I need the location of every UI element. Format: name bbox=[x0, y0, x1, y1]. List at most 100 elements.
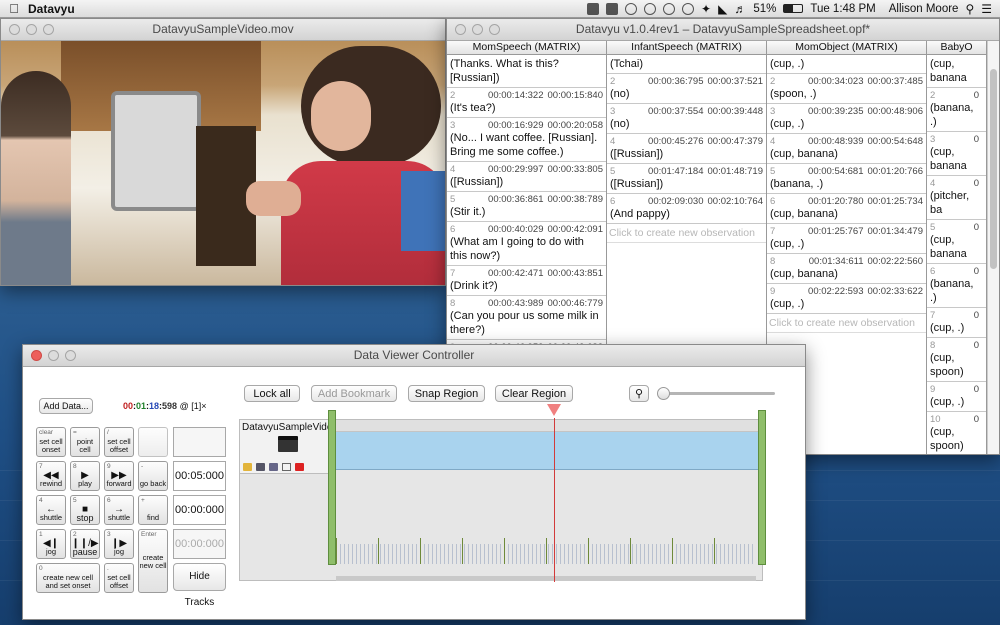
cell-offset[interactable]: 00:01:25:734 bbox=[868, 196, 923, 207]
remove-track-icon[interactable] bbox=[295, 463, 304, 471]
cell-onset[interactable]: 00:00:36:861 bbox=[488, 194, 543, 205]
bluetooth-icon[interactable]: ✦ bbox=[701, 2, 711, 16]
cell-offset[interactable]: 00:00:46:779 bbox=[548, 298, 603, 309]
cell-value[interactable]: (Can you pour us some milk in there?) bbox=[450, 309, 603, 337]
playhead-marker[interactable] bbox=[547, 404, 561, 416]
cell-offset[interactable]: 00:00:39:448 bbox=[708, 106, 763, 117]
create-observation-placeholder[interactable]: Click to create new observation bbox=[607, 224, 766, 243]
cell-onset[interactable]: 0 bbox=[974, 266, 979, 277]
cell-offset[interactable]: 00:02:10:764 bbox=[708, 196, 763, 207]
cell-value[interactable]: (And pappy) bbox=[610, 207, 763, 221]
cell-value[interactable]: (cup, .) bbox=[770, 57, 923, 71]
spreadsheet-cell[interactable]: (cup, .) bbox=[767, 55, 926, 74]
zoom-button[interactable] bbox=[43, 24, 54, 35]
volume-icon[interactable]: ♬ bbox=[734, 2, 746, 16]
cell-value[interactable]: (no) bbox=[610, 117, 763, 131]
cell-value[interactable]: (cup, banana) bbox=[770, 207, 923, 221]
forward-key[interactable]: 9 ▶▶ forward bbox=[104, 461, 134, 491]
spreadsheet-cell[interactable]: 6 0 (banana, .) bbox=[927, 264, 986, 308]
spreadsheet-cell[interactable]: 6 00:00:40:029 00:00:42:091 (What am I goin… bbox=[447, 222, 606, 266]
cell-onset[interactable]: 00:00:54:681 bbox=[808, 166, 863, 177]
menubar-user[interactable]: Allison Moore bbox=[889, 3, 959, 15]
cell-onset[interactable]: 00:00:39:235 bbox=[808, 106, 863, 117]
cell-offset[interactable]: 00:02:33:622 bbox=[868, 286, 923, 297]
jog-back-key[interactable]: 1 ◀❙ jog bbox=[36, 529, 66, 559]
cell-value[interactable]: (banana, .) bbox=[930, 277, 983, 305]
find-key[interactable]: + find bbox=[138, 495, 168, 525]
spreadsheet-cell[interactable]: 8 00:01:34:611 00:02:22:560 (cup, banana) bbox=[767, 254, 926, 284]
apple-menu-icon[interactable]:  bbox=[0, 1, 28, 16]
cell-value[interactable]: ([Russian]) bbox=[610, 147, 763, 161]
cell-onset[interactable]: 00:02:22:593 bbox=[808, 286, 863, 297]
timeline-scrollbar[interactable] bbox=[336, 576, 756, 581]
stop-key[interactable]: 5 ■ stop bbox=[70, 495, 100, 525]
spreadsheet-cell[interactable]: 4 00:00:48:939 00:00:54:648 (cup, banana) bbox=[767, 134, 926, 164]
zoom-button[interactable] bbox=[489, 24, 500, 35]
cell-value[interactable]: (Thanks. What is this? [Russian]) bbox=[450, 57, 603, 85]
block-icon[interactable] bbox=[663, 2, 676, 15]
cell-onset[interactable]: 00:00:40:029 bbox=[488, 224, 543, 235]
close-button[interactable] bbox=[455, 24, 466, 35]
cell-offset[interactable]: 00:00:38:789 bbox=[548, 194, 603, 205]
zoom-button[interactable] bbox=[65, 350, 76, 361]
status-app-icon[interactable] bbox=[587, 2, 600, 15]
spreadsheet-cell[interactable]: 5 00:01:47:184 00:01:48:719 ([Russian]) bbox=[607, 164, 766, 194]
cell-onset[interactable]: 0 bbox=[974, 222, 979, 233]
cell-onset[interactable]: 0 bbox=[974, 310, 979, 321]
spreadsheet-cell[interactable]: 8 00:00:43:989 00:00:46:779 (Can you pour u… bbox=[447, 296, 606, 340]
spreadsheet-cell[interactable]: 4 00:00:29:997 00:00:33:805 ([Russian]) bbox=[447, 162, 606, 192]
cell-value[interactable]: (cup, .) bbox=[770, 117, 923, 131]
cell-value[interactable]: (banana, .) bbox=[770, 177, 923, 191]
spreadsheet-titlebar[interactable]: Datavyu v1.0.4rev1 – DatavyuSampleSpread… bbox=[447, 19, 999, 41]
track-header[interactable]: DatavyuSampleVide... bbox=[240, 420, 332, 474]
resize-icon[interactable] bbox=[282, 463, 291, 471]
cell-value[interactable]: (Stir it.) bbox=[450, 205, 603, 219]
spreadsheet-cell[interactable]: 5 00:00:36:861 00:00:38:789 (Stir it.) bbox=[447, 192, 606, 222]
minimize-button[interactable] bbox=[48, 350, 59, 361]
cell-onset[interactable]: 00:01:20:780 bbox=[808, 196, 863, 207]
cell-offset[interactable]: 00:00:33:805 bbox=[548, 164, 603, 175]
cell-onset[interactable]: 00:00:37:554 bbox=[648, 106, 703, 117]
add-data-button[interactable]: Add Data... bbox=[39, 398, 93, 414]
battery-percent[interactable]: 51% bbox=[753, 3, 776, 15]
spreadsheet-cell[interactable]: 7 00:01:25:767 00:01:34:479 (cup, .) bbox=[767, 224, 926, 254]
cell-offset[interactable]: 00:00:37:521 bbox=[708, 76, 763, 87]
hide-tracks-button[interactable]: Hide Tracks bbox=[173, 563, 226, 608]
spreadsheet-cell[interactable]: 9 0 (cup, .) bbox=[927, 382, 986, 412]
step-size-field[interactable]: 00:05:000 bbox=[173, 461, 226, 491]
play-key[interactable]: 8 ▶ play bbox=[70, 461, 100, 491]
cell-value[interactable]: (cup, banana) bbox=[770, 267, 923, 281]
set-cell-offset-key[interactable]: / set cell offset bbox=[104, 427, 134, 457]
region-end-marker[interactable] bbox=[758, 410, 766, 565]
cell-onset[interactable]: 00:00:48:939 bbox=[808, 136, 863, 147]
create-observation-placeholder[interactable]: Click to create new observation bbox=[767, 314, 926, 333]
menubar-clock[interactable]: Tue 1:48 PM bbox=[810, 3, 875, 15]
cell-value[interactable]: (Tchai) bbox=[610, 57, 763, 71]
vertical-scrollbar[interactable] bbox=[987, 41, 999, 454]
onset-time-field[interactable]: 00:00:000 bbox=[173, 495, 226, 525]
cell-onset[interactable]: 00:00:16:929 bbox=[488, 120, 543, 131]
lock-all-button[interactable]: Lock all bbox=[244, 385, 300, 402]
time-machine-icon[interactable] bbox=[644, 2, 657, 15]
spreadsheet-cell[interactable]: 4 00:00:45:276 00:00:47:379 ([Russian]) bbox=[607, 134, 766, 164]
spreadsheet-cell[interactable]: 3 00:00:39:235 00:00:48:906 (cup, .) bbox=[767, 104, 926, 134]
cell-onset[interactable]: 0 bbox=[974, 414, 979, 425]
spreadsheet-cell[interactable]: 5 0 (cup, banana bbox=[927, 220, 986, 264]
cell-onset[interactable]: 0 bbox=[974, 384, 979, 395]
zoom-slider-knob[interactable] bbox=[657, 387, 670, 400]
home-icon[interactable] bbox=[606, 2, 619, 15]
bookmark-icon[interactable] bbox=[256, 463, 265, 471]
set-cell-onset-key[interactable]: clear set cell onset bbox=[36, 427, 66, 457]
cell-value[interactable]: (banana, .) bbox=[930, 101, 983, 129]
cell-value[interactable]: (No... I want coffee. [Russian]. Bring m… bbox=[450, 131, 603, 159]
spreadsheet-cell[interactable]: 2 0 (banana, .) bbox=[927, 88, 986, 132]
spreadsheet-cell[interactable]: 8 0 (cup, spoon) bbox=[927, 338, 986, 382]
go-back-key[interactable]: - go back bbox=[138, 461, 168, 491]
cell-offset[interactable]: 00:00:20:058 bbox=[548, 120, 603, 131]
cell-value[interactable]: ([Russian]) bbox=[450, 175, 603, 189]
cell-value[interactable]: (What am I going to do with this now?) bbox=[450, 235, 603, 263]
cell-onset[interactable]: 00:02:09:030 bbox=[648, 196, 703, 207]
cell-offset[interactable]: 00:00:43:851 bbox=[548, 268, 603, 279]
column-header[interactable]: BabyO bbox=[927, 41, 986, 55]
spreadsheet-cell[interactable]: 6 00:01:20:780 00:01:25:734 (cup, banana) bbox=[767, 194, 926, 224]
